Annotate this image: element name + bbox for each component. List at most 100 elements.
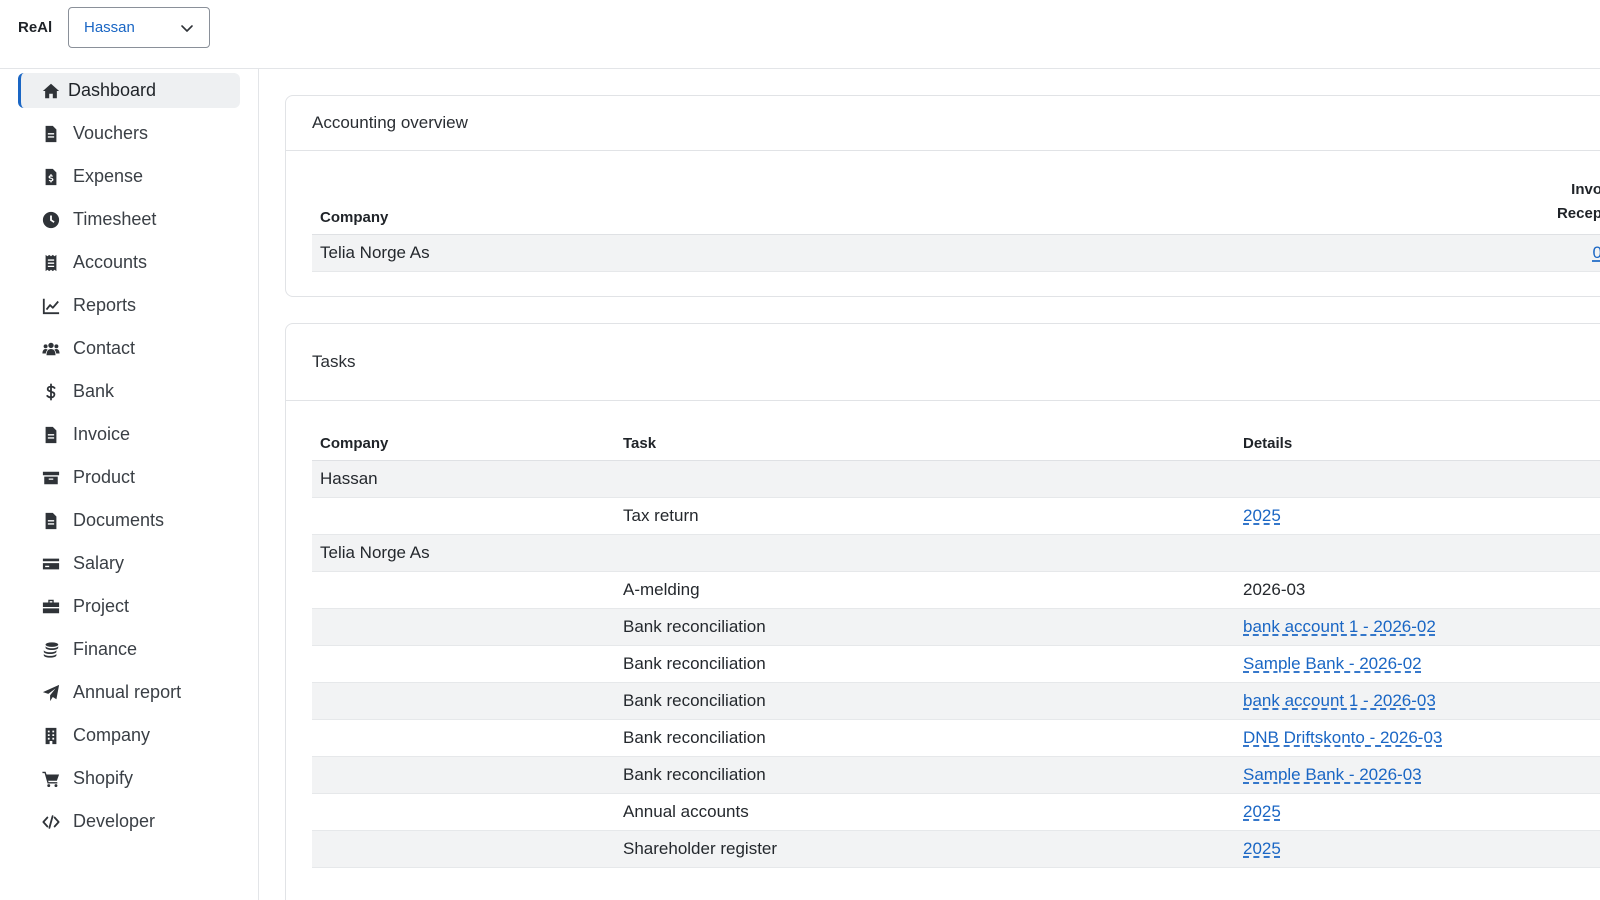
company-select[interactable]: Hassan [68, 7, 210, 48]
task-cell: Shareholder register [615, 830, 1235, 868]
details-link[interactable]: 2025 [1243, 506, 1281, 525]
sidebar-item-label: Vouchers [73, 123, 149, 143]
task-cell: Bank reconciliation [615, 756, 1235, 794]
top-bar: ReAl Hassan [0, 0, 1600, 69]
details-cell: bank account 1 - 2026-03 [1235, 682, 1600, 720]
company-cell [312, 756, 615, 794]
sidebar-item-label: Dashboard [68, 80, 157, 100]
line-chart-icon [40, 296, 62, 316]
tasks-card: Tasks Company Task Details Hassan Tax re… [285, 323, 1600, 900]
details-cell [1235, 534, 1600, 572]
sidebar-item-timesheet[interactable]: Timesheet [18, 202, 240, 237]
task-cell: Tax return [615, 497, 1235, 535]
sidebar-item-vouchers[interactable]: Vouchers [18, 116, 240, 151]
invoice-link[interactable]: 0 [1593, 243, 1600, 262]
sidebar-item-invoice[interactable]: Invoice [18, 417, 240, 452]
company-cell [312, 719, 615, 757]
table-row-group: Hassan [312, 460, 1600, 498]
briefcase-icon [40, 597, 62, 617]
company-cell [312, 497, 615, 535]
card-title: Accounting overview [286, 96, 1600, 151]
file-icon [40, 124, 62, 144]
details-cell: Sample Bank - 2026-02 [1235, 645, 1600, 683]
company-cell: Hassan [312, 460, 615, 498]
sidebar-item-label: Reports [73, 295, 137, 315]
table-row: Bank reconciliation DNB Driftskonto - 20… [312, 719, 1600, 757]
details-cell: bank account 1 - 2026-02 [1235, 608, 1600, 646]
column-header-line: Invo [1571, 180, 1600, 198]
sidebar-item-reports[interactable]: Reports [18, 288, 240, 323]
details-link[interactable]: DNB Driftskonto - 2026-03 [1243, 728, 1442, 747]
table-row: Bank reconciliation bank account 1 - 202… [312, 682, 1600, 720]
sidebar-item-shopify[interactable]: Shopify [18, 761, 240, 796]
details-link[interactable]: 2025 [1243, 802, 1281, 821]
sidebar-item-label: Documents [73, 510, 165, 530]
sidebar-item-label: Finance [73, 639, 138, 659]
task-cell: Bank reconciliation [615, 645, 1235, 683]
details-link[interactable]: Sample Bank - 2026-03 [1243, 765, 1422, 784]
table-row: Shareholder register 2025 [312, 830, 1600, 868]
sidebar-item-annual-report[interactable]: Annual report [18, 675, 240, 710]
details-link[interactable]: Sample Bank - 2026-02 [1243, 654, 1422, 673]
overview-table: Company Invo Recep Telia Norge As 0 [312, 175, 1600, 272]
details-link[interactable]: 2025 [1243, 839, 1281, 858]
company-cell: Telia Norge As [312, 534, 615, 572]
task-cell: Bank reconciliation [615, 608, 1235, 646]
cart-icon [40, 769, 62, 789]
details-link[interactable]: bank account 1 - 2026-02 [1243, 617, 1436, 636]
details-link[interactable]: bank account 1 - 2026-03 [1243, 691, 1436, 710]
sidebar-item-dashboard[interactable]: Dashboard [18, 73, 240, 108]
home-icon [40, 81, 62, 101]
company-cell [312, 830, 615, 868]
details-cell: 2026-03 [1235, 571, 1600, 609]
company-cell [312, 682, 615, 720]
sidebar-item-label: Timesheet [73, 209, 157, 229]
task-cell: Bank reconciliation [615, 719, 1235, 757]
sidebar-item-product[interactable]: Product [18, 460, 240, 495]
file-lines-icon [40, 425, 62, 445]
sidebar-item-contact[interactable]: Contact [18, 331, 240, 366]
table-row: Bank reconciliation Sample Bank - 2026-0… [312, 756, 1600, 794]
company-select-value: Hassan [84, 19, 135, 36]
sidebar-item-finance[interactable]: Finance [18, 632, 240, 667]
card-title: Tasks [286, 324, 1600, 401]
company-cell [312, 608, 615, 646]
sidebar-item-documents[interactable]: Documents [18, 503, 240, 538]
sidebar-item-bank[interactable]: Bank [18, 374, 240, 409]
company-cell [312, 645, 615, 683]
table-row-group: Telia Norge As [312, 534, 1600, 572]
sidebar-item-developer[interactable]: Developer [18, 804, 240, 839]
users-icon [40, 339, 62, 359]
sidebar-item-label: Contact [73, 338, 136, 358]
task-cell [615, 460, 1235, 498]
tasks-table: Company Task Details Hassan Tax return 2… [312, 426, 1600, 868]
document-icon [40, 511, 62, 531]
sidebar-item-project[interactable]: Project [18, 589, 240, 624]
invoice-cell[interactable]: 0 [1522, 234, 1600, 272]
company-cell [312, 571, 615, 609]
column-header-task: Task [615, 426, 1235, 461]
details-cell: Sample Bank - 2026-03 [1235, 756, 1600, 794]
sidebar-item-company[interactable]: Company [18, 718, 240, 753]
details-cell: 2025 [1235, 793, 1600, 831]
paper-plane-icon [40, 683, 62, 703]
sidebar-item-salary[interactable]: Salary [18, 546, 240, 581]
task-cell [615, 534, 1235, 572]
sidebar-item-label: Accounts [73, 252, 148, 272]
credit-card-icon [40, 554, 62, 574]
task-cell: Annual accounts [615, 793, 1235, 831]
table-row: Tax return 2025 [312, 497, 1600, 535]
company-cell: Telia Norge As [312, 234, 1522, 272]
sidebar-item-label: Project [73, 596, 130, 616]
sidebar-item-label: Company [73, 725, 151, 745]
column-header-company: Company [312, 175, 1522, 235]
receipt-icon [40, 253, 62, 273]
chevron-down-icon [181, 24, 193, 32]
sidebar-item-label: Shopify [73, 768, 134, 788]
archive-box-icon [40, 468, 62, 488]
sidebar-item-label: Annual report [73, 682, 182, 702]
column-header-company: Company [312, 426, 615, 461]
sidebar-item-accounts[interactable]: Accounts [18, 245, 240, 280]
column-header-details: Details [1235, 426, 1600, 461]
sidebar-item-expense[interactable]: Expense [18, 159, 240, 194]
